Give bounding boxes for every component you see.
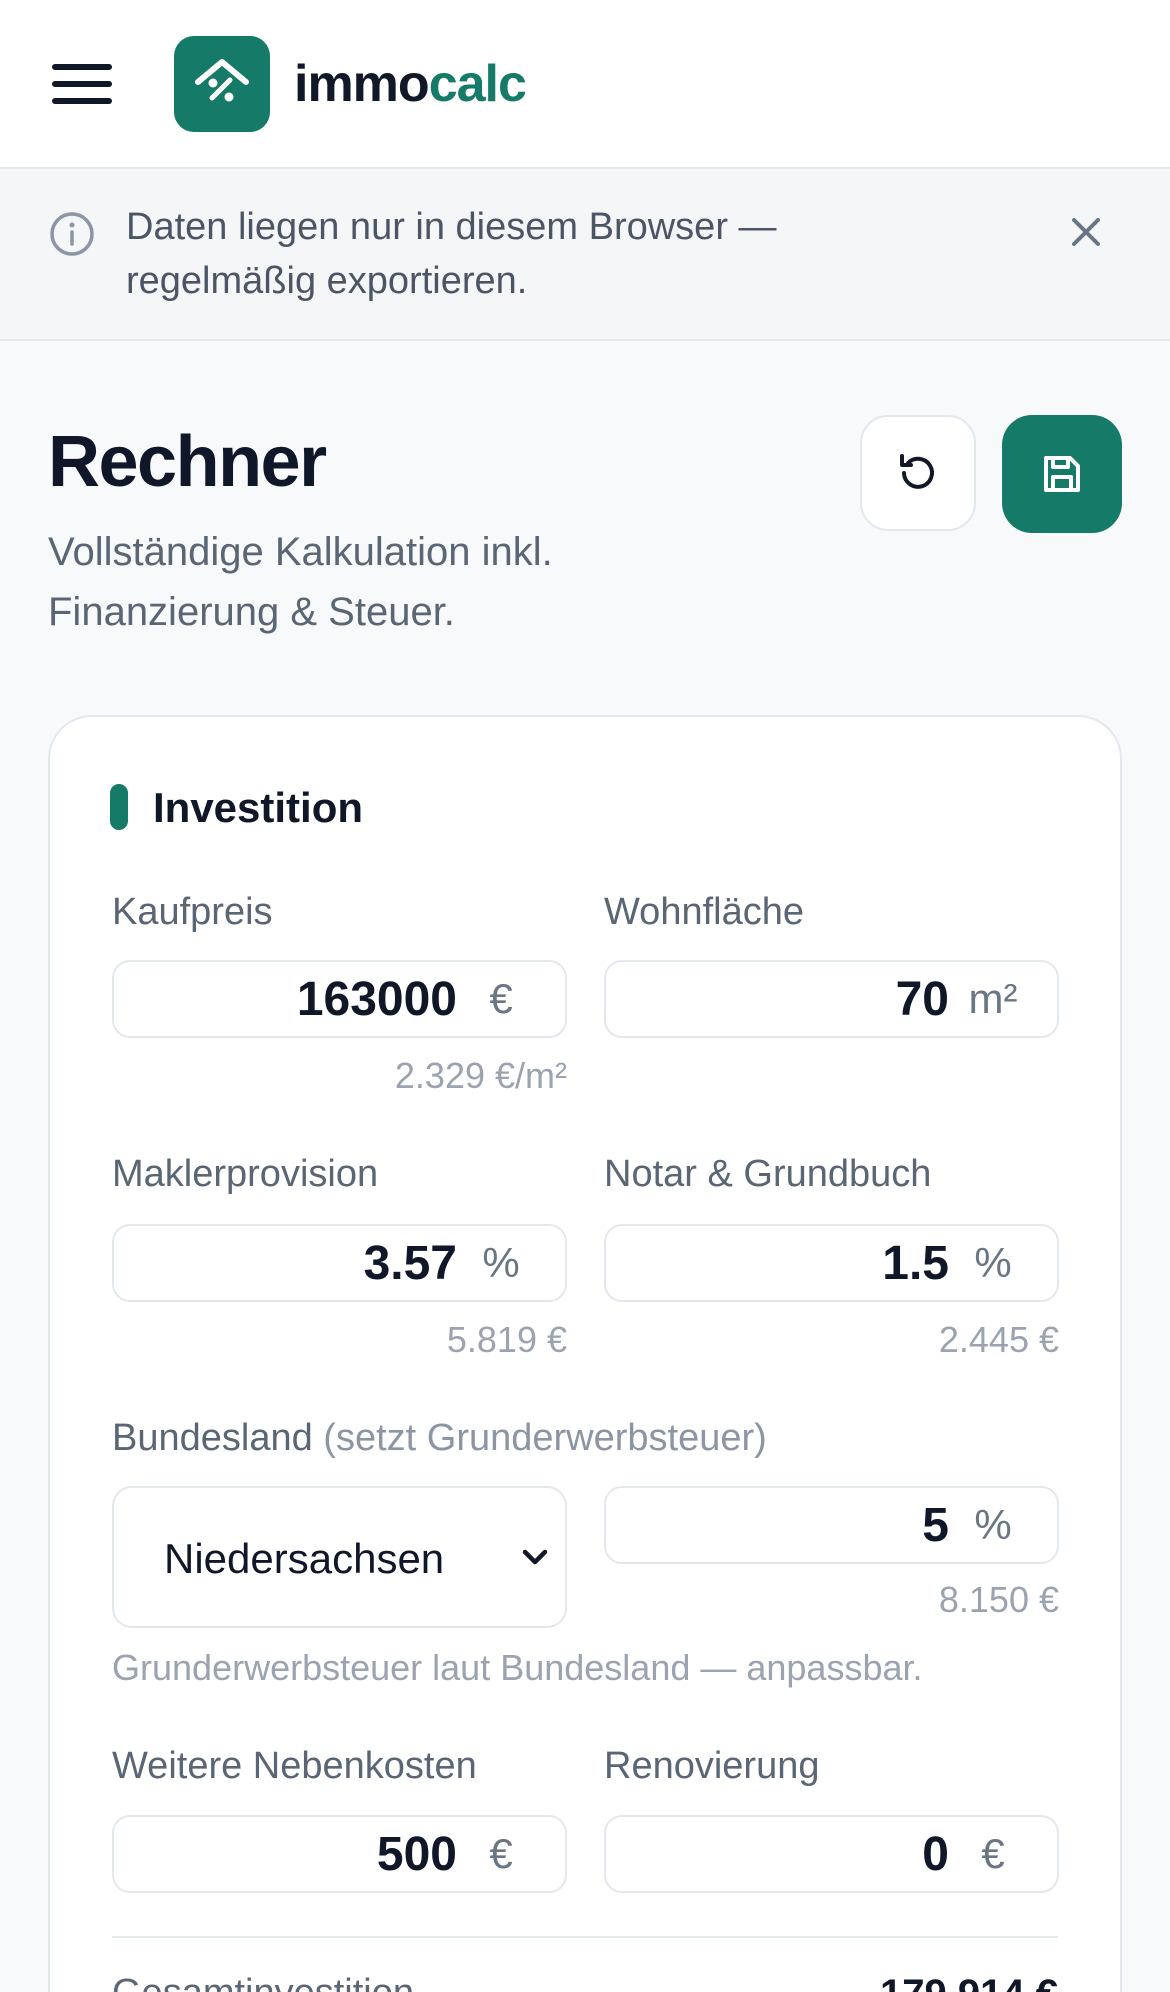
bundesland-selected: Niedersachsen bbox=[164, 1535, 445, 1582]
kaufpreis-value: 163000 bbox=[296, 973, 457, 1026]
renovierung-label: Renovierung bbox=[604, 1745, 820, 1787]
info-icon bbox=[48, 210, 96, 263]
grunderwerbsteuer-unit: % bbox=[974, 1501, 1012, 1548]
makler-unit: % bbox=[482, 1239, 520, 1286]
renovierung-value: 0 bbox=[922, 1828, 949, 1881]
wohnflaeche-input[interactable]: 70 m² bbox=[604, 960, 1059, 1038]
kaufpreis-unit: € bbox=[489, 975, 513, 1022]
nebenkosten-label: Weitere Nebenkosten bbox=[112, 1745, 477, 1787]
notar-value: 1.5 bbox=[882, 1237, 949, 1290]
logo-text: immocalc bbox=[294, 55, 527, 113]
makler-hint: 5.819 € bbox=[446, 1319, 567, 1360]
nebenkosten-input[interactable]: 500 € bbox=[112, 1815, 567, 1893]
page-title: Rechner bbox=[48, 422, 327, 502]
divider bbox=[112, 1936, 1058, 1938]
menu-icon[interactable] bbox=[50, 60, 116, 108]
save-icon bbox=[1044, 456, 1080, 492]
nebenkosten-unit: € bbox=[489, 1830, 513, 1877]
makler-value: 3.57 bbox=[363, 1237, 457, 1290]
grunderwerbsteuer-hint: 8.150 € bbox=[938, 1579, 1059, 1620]
logo-icon bbox=[174, 36, 270, 132]
bundesland-label: Bundesland (setzt Grunderwerbsteuer) bbox=[112, 1417, 767, 1459]
close-icon[interactable] bbox=[1064, 210, 1108, 254]
wohnflaeche-value: 70 bbox=[895, 973, 949, 1026]
gesamtinvestition-row: Gesamtinvestition 179.914 € bbox=[112, 1972, 1058, 1992]
bundesland-select[interactable]: Niedersachsen bbox=[112, 1486, 567, 1628]
notar-input[interactable]: 1.5 % bbox=[604, 1224, 1059, 1302]
reset-button[interactable] bbox=[860, 415, 976, 531]
notice-text: Daten liegen nur in diesem Browser — reg… bbox=[126, 206, 777, 302]
gesamtinvestition-label: Gesamtinvestition bbox=[112, 1972, 414, 1992]
renovierung-unit: € bbox=[981, 1830, 1005, 1877]
nebenkosten-value: 500 bbox=[376, 1828, 457, 1881]
reset-icon bbox=[900, 454, 934, 489]
grunderwerbsteuer-note: Grunderwerbsteuer laut Bundesland — anpa… bbox=[112, 1647, 923, 1688]
notar-unit: % bbox=[974, 1239, 1012, 1286]
section-title: Investition bbox=[153, 784, 364, 831]
gesamtinvestition-value: 179.914 € bbox=[880, 1972, 1058, 1992]
notar-label: Notar & Grundbuch bbox=[604, 1153, 932, 1195]
grunderwerbsteuer-value: 5 bbox=[922, 1499, 949, 1552]
makler-input[interactable]: 3.57 % bbox=[112, 1224, 567, 1302]
makler-label: Maklerprovision bbox=[112, 1153, 379, 1195]
kaufpreis-hint: 2.329 €/m² bbox=[394, 1055, 567, 1096]
chevron-down-icon bbox=[522, 1549, 548, 1565]
kaufpreis-input[interactable]: 163000 € bbox=[112, 960, 567, 1038]
renovierung-input[interactable]: 0 € bbox=[604, 1815, 1059, 1893]
save-button[interactable] bbox=[1002, 415, 1122, 533]
section-accent bbox=[110, 784, 128, 830]
wohnflaeche-unit: m² bbox=[968, 975, 1018, 1022]
grunderwerbsteuer-input[interactable]: 5 % bbox=[604, 1486, 1059, 1564]
wohnflaeche-label: Wohnfläche bbox=[604, 891, 804, 933]
notar-hint: 2.445 € bbox=[938, 1319, 1059, 1360]
app-header: immocalc bbox=[0, 0, 1170, 169]
kaufpreis-label: Kaufpreis bbox=[112, 891, 273, 933]
page-subtitle: Vollständige Kalkulation inkl. Finanzier… bbox=[48, 530, 553, 634]
